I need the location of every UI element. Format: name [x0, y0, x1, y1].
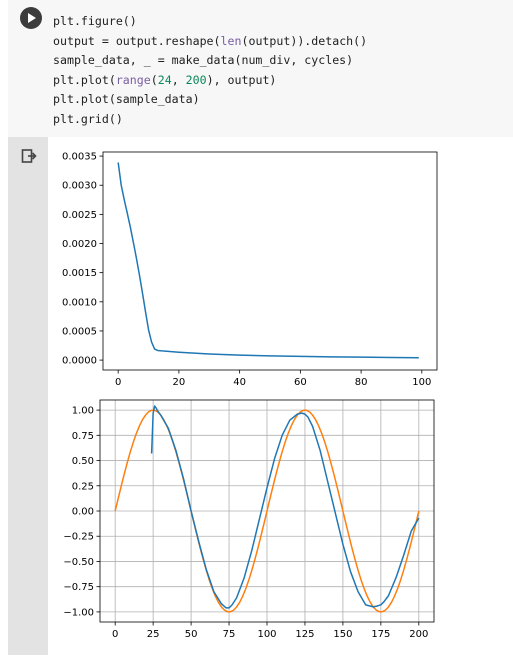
- chart-2: 0 25 50 75 100 125 150 175 200 −1.00 −0.75 −0.50 −0.…: [63, 399, 435, 640]
- x-tick-label: 150: [333, 629, 352, 640]
- code-token: plt.figure(): [53, 14, 137, 28]
- y-tick-label: 0.0005: [62, 326, 97, 337]
- x-tick-label: 40: [233, 377, 246, 388]
- y-tick-label: 1.00: [72, 406, 94, 417]
- code-token: plt.grid(): [53, 111, 123, 126]
- code-editor[interactable]: plt.figure() output = output.reshape(len(…: [53, 12, 367, 130]
- code-line: plt.plot(range(24, 200), output): [53, 71, 367, 91]
- output-redirect-icon[interactable]: [21, 148, 37, 164]
- x-tick-label: 75: [223, 629, 236, 640]
- x-tick-label: 0: [112, 629, 118, 640]
- code-token: (: [150, 72, 158, 87]
- y-tick-label: 0.50: [72, 456, 94, 467]
- x-tick-label: 200: [409, 629, 428, 640]
- y-tick-label: 0.00: [72, 507, 94, 518]
- y-tick-label: 0.0025: [62, 210, 97, 221]
- code-token: len: [220, 33, 242, 48]
- x-tick-label: 80: [355, 377, 368, 388]
- plot-output: 0 20 40 60 80 100 0.0000 0.0005 0.0010 0.0015 0.00…: [62, 152, 438, 640]
- code-token: sample_data, _ = make_data(num_div, cycl…: [53, 53, 354, 68]
- y-tick-label: 0.0000: [62, 356, 97, 367]
- code-token: plt.plot(: [53, 72, 116, 87]
- output-gutter: [8, 137, 48, 655]
- y-tick-label: −1.00: [63, 607, 94, 618]
- x-tick-label: 60: [294, 377, 307, 388]
- x-tick-label: 25: [147, 629, 160, 640]
- code-token: 200: [185, 72, 207, 87]
- plot-area: [103, 152, 437, 370]
- y-tick-label: 0.25: [72, 481, 94, 492]
- y-tick-label: −0.50: [63, 557, 94, 568]
- run-cell-button[interactable]: [20, 7, 42, 29]
- code-token: (output)).detach(): [241, 33, 368, 48]
- x-tick-label: 175: [371, 629, 390, 640]
- code-token: 24: [157, 72, 172, 87]
- code-line: output = output.reshape(len(output)).det…: [53, 32, 367, 52]
- y-tick-label: 0.0015: [62, 268, 97, 279]
- y-tick-label: 0.0035: [62, 152, 97, 163]
- y-tick-label: 0.0010: [62, 297, 97, 308]
- code-line: plt.figure(): [53, 12, 367, 32]
- code-token: ), output): [206, 72, 277, 87]
- x-tick-label: 100: [257, 629, 276, 640]
- cell-output: 0 20 40 60 80 100 0.0000 0.0005 0.0010 0.0015 0.00…: [48, 137, 513, 655]
- code-token: range: [115, 72, 151, 87]
- code-line: plt.grid(): [53, 110, 367, 130]
- code-token: ,: [171, 72, 186, 87]
- x-tick-label: 0: [115, 377, 121, 388]
- code-token: output = output.reshape(: [53, 33, 221, 48]
- code-line: plt.plot(sample_data): [53, 90, 367, 110]
- y-tick-label: 0.0030: [62, 181, 97, 192]
- x-tick-label: 20: [173, 377, 186, 388]
- code-token: plt.plot(sample_data): [53, 92, 200, 107]
- code-line: sample_data, _ = make_data(num_div, cycl…: [53, 51, 367, 71]
- x-tick-label: 50: [185, 629, 198, 640]
- code-cell[interactable]: plt.figure() output = output.reshape(len(…: [8, 0, 513, 138]
- y-tick-label: −0.25: [63, 532, 94, 543]
- y-tick-label: 0.75: [72, 431, 94, 442]
- y-tick-label: −0.75: [63, 582, 94, 593]
- y-tick-label: 0.0020: [62, 239, 97, 250]
- x-tick-label: 125: [295, 629, 314, 640]
- x-tick-label: 100: [412, 377, 431, 388]
- chart-1: 0 20 40 60 80 100 0.0000 0.0005 0.0010 0.0015 0.00…: [62, 152, 438, 388]
